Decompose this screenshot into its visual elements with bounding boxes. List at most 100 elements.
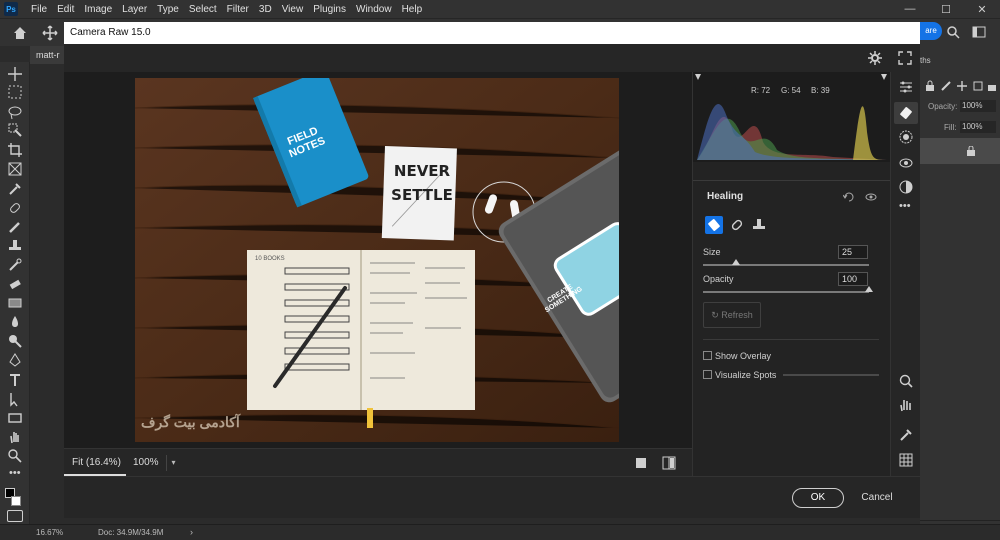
frame-icon[interactable]: [7, 161, 23, 177]
red-eye-icon[interactable]: [899, 156, 913, 170]
healing-tool-button[interactable]: [894, 102, 918, 124]
menu-view[interactable]: View: [277, 4, 309, 15]
layer-row[interactable]: [920, 138, 1000, 164]
move-icon[interactable]: [7, 66, 23, 82]
brush-lock-icon[interactable]: [940, 80, 952, 92]
panel-footer-divider: [920, 520, 1000, 521]
home-icon[interactable]: [12, 25, 28, 41]
history-brush-icon[interactable]: [7, 257, 23, 273]
clone-stamp-icon[interactable]: [751, 217, 767, 233]
zoom-100-button[interactable]: 100%: [126, 449, 166, 476]
panel-tab[interactable]: ths: [920, 56, 931, 65]
position-lock-icon[interactable]: [956, 80, 968, 92]
menu-filter[interactable]: Filter: [222, 4, 254, 15]
size-slider-thumb[interactable]: [732, 259, 741, 265]
show-overlay-label: Show Overlay: [715, 351, 772, 361]
minimize-button[interactable]: —: [892, 0, 928, 18]
heal-brush-icon[interactable]: [729, 217, 745, 233]
zoom-icon[interactable]: [7, 448, 23, 464]
pen-icon[interactable]: [7, 352, 23, 368]
more-options-icon[interactable]: •••: [899, 200, 911, 212]
camera-raw-tools: •••: [890, 72, 920, 476]
presets-icon[interactable]: [899, 180, 913, 194]
zoom-fit-button[interactable]: Fit (16.4%): [64, 449, 126, 476]
menu-layer[interactable]: Layer: [117, 4, 152, 15]
rectangle-icon[interactable]: [7, 410, 23, 426]
size-input[interactable]: 25: [838, 245, 868, 259]
brush-icon[interactable]: [7, 219, 23, 235]
opacity-slider-track[interactable]: [703, 291, 869, 293]
menu-edit[interactable]: Edit: [52, 4, 79, 15]
crop-icon[interactable]: [7, 142, 23, 158]
path-select-icon[interactable]: [7, 391, 23, 407]
maximize-button[interactable]: ☐: [928, 0, 964, 18]
status-zoom[interactable]: 16.67%: [36, 528, 63, 537]
photo-content: [135, 78, 619, 442]
healing-brush-icon[interactable]: [7, 200, 23, 216]
dialog-top-strip: [64, 44, 920, 72]
marquee-icon[interactable]: [7, 84, 23, 100]
preview-photo[interactable]: FIELD NOTES NEVER SETTLE CREATE SOMETHIN…: [135, 78, 619, 442]
move-tool-icon[interactable]: [42, 25, 58, 41]
fill-field[interactable]: 100%: [960, 121, 996, 133]
size-slider-track[interactable]: [703, 264, 869, 266]
opacity-field[interactable]: 100%: [960, 100, 996, 112]
eraser-icon[interactable]: [7, 276, 23, 292]
hand-tool-icon[interactable]: [899, 398, 913, 412]
card-text-settle: SETTLE: [391, 186, 453, 204]
content-aware-remove-icon[interactable]: [705, 216, 723, 234]
visibility-eye-icon[interactable]: [865, 192, 877, 202]
quick-mask-icon[interactable]: [7, 510, 23, 522]
workspace-icon[interactable]: [972, 25, 986, 39]
layer-lock-icon[interactable]: [924, 80, 936, 92]
visualize-spots-slider[interactable]: [783, 374, 879, 376]
zoom-tool-icon[interactable]: [899, 374, 913, 388]
menu-3d[interactable]: 3D: [254, 4, 277, 15]
gradient-icon[interactable]: [7, 295, 23, 311]
lasso-icon[interactable]: [7, 104, 23, 120]
before-after-icon[interactable]: [662, 456, 676, 470]
show-overlay-checkbox[interactable]: [703, 351, 712, 360]
opacity-input[interactable]: 100: [838, 272, 868, 286]
preview-frame-icon[interactable]: [636, 458, 646, 468]
more-tools-icon[interactable]: •••: [9, 467, 21, 479]
blur-icon[interactable]: [7, 314, 23, 330]
dodge-icon[interactable]: [7, 333, 23, 349]
menu-image[interactable]: Image: [79, 4, 117, 15]
object-select-icon[interactable]: [7, 122, 23, 138]
fullscreen-icon[interactable]: [898, 51, 912, 65]
stamp-icon[interactable]: [7, 238, 23, 254]
share-button[interactable]: are: [920, 22, 942, 40]
menu-help[interactable]: Help: [397, 4, 428, 15]
status-expand-icon[interactable]: ›: [190, 527, 193, 537]
visualize-spots-checkbox[interactable]: [703, 370, 712, 379]
color-sampler-icon[interactable]: [899, 428, 913, 442]
artboard-lock-icon[interactable]: [972, 80, 984, 92]
document-tab[interactable]: matt-r: [30, 46, 64, 64]
menu-window[interactable]: Window: [351, 4, 397, 15]
menu-select[interactable]: Select: [184, 4, 222, 15]
eyedropper-icon[interactable]: [7, 181, 23, 197]
cancel-button[interactable]: Cancel: [856, 488, 898, 508]
menu-type[interactable]: Type: [152, 4, 184, 15]
zoom-dropdown-icon[interactable]: ▾: [166, 455, 180, 471]
zoom-bar: Fit (16.4%) 100% ▾: [64, 448, 692, 476]
background-color-swatch[interactable]: [11, 496, 21, 506]
masking-icon[interactable]: [899, 130, 913, 144]
opacity-label: Opacity: [703, 274, 734, 284]
edit-sliders-icon[interactable]: [899, 80, 913, 94]
opacity-slider-thumb[interactable]: [865, 286, 873, 292]
menu-plugins[interactable]: Plugins: [308, 4, 351, 15]
hand-icon[interactable]: [7, 429, 23, 445]
menu-file[interactable]: File: [26, 4, 52, 15]
search-icon[interactable]: [946, 25, 960, 39]
reset-icon[interactable]: [843, 192, 855, 202]
grid-icon[interactable]: [899, 453, 913, 467]
ok-button[interactable]: OK: [792, 488, 844, 508]
notebook-heading: 10 BOOKS: [255, 256, 285, 262]
settings-gear-icon[interactable]: [868, 51, 882, 65]
close-window-button[interactable]: ✕: [964, 0, 1000, 18]
lock-all-icon[interactable]: [986, 80, 998, 92]
type-icon[interactable]: [7, 372, 23, 388]
refresh-button[interactable]: ↻ Refresh: [703, 302, 761, 328]
